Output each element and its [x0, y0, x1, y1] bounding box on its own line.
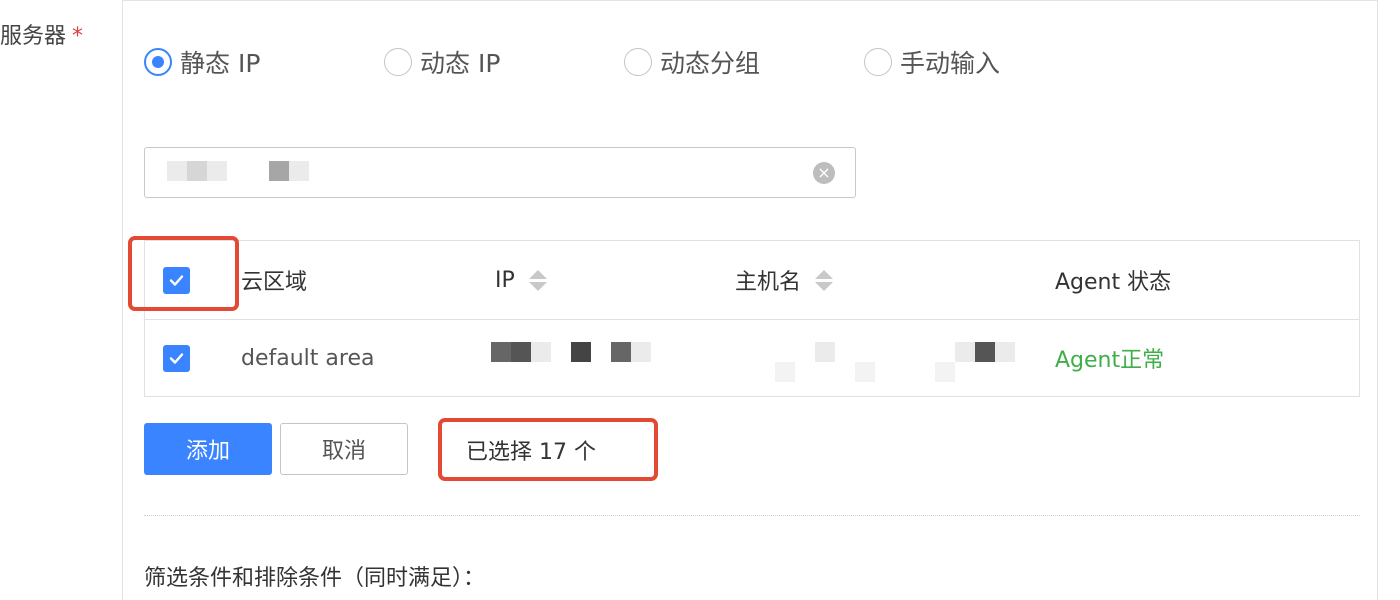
radio-dynamic-ip[interactable]: 动态 IP	[384, 44, 500, 80]
radio-checked-icon	[144, 48, 172, 76]
header-agent-status: Agent 状态	[1055, 270, 1172, 295]
add-button[interactable]: 添加	[144, 423, 272, 475]
redacted-block	[289, 161, 309, 181]
redacted-block	[269, 161, 289, 181]
cell-cloud-area: default area	[241, 345, 375, 371]
close-circle-icon[interactable]: ×	[813, 162, 835, 184]
cell-agent-status: Agent正常	[1055, 348, 1165, 373]
server-field-label: 服务器 *	[0, 18, 83, 50]
sort-icon[interactable]	[815, 269, 834, 291]
host-table: 云区域 IP 主机名 Agent 状态 default area Agent正常	[144, 240, 1360, 397]
cell-hostname-redacted	[735, 319, 1015, 397]
radio-manual-input[interactable]: 手动输入	[864, 44, 1000, 80]
radio-static-ip[interactable]: 静态 IP	[144, 44, 260, 80]
radio-manual-input-label: 手动输入	[900, 49, 1001, 78]
radio-unchecked-icon	[384, 48, 412, 76]
header-ip-label: IP	[495, 267, 515, 293]
select-all-checkbox[interactable]	[163, 266, 190, 294]
redacted-block	[167, 161, 187, 181]
header-ip[interactable]: IP	[495, 241, 547, 319]
selected-count-text: 已选择 17 个	[466, 440, 596, 465]
select-all-cell	[163, 241, 190, 319]
section-divider	[144, 515, 1360, 516]
radio-dynamic-ip-label: 动态 IP	[420, 49, 501, 78]
table-row[interactable]: default area Agent正常	[145, 319, 1359, 397]
redacted-block	[187, 161, 207, 181]
radio-unchecked-icon	[864, 48, 892, 76]
redacted-block	[207, 161, 227, 181]
ip-search-input[interactable]: ×	[144, 147, 856, 198]
radio-dynamic-group-label: 动态分组	[660, 49, 761, 78]
header-cloud-area: 云区域	[241, 270, 308, 295]
filter-conditions-label: 筛选条件和排除条件（同时满足）：	[144, 566, 486, 591]
header-hostname[interactable]: 主机名	[735, 241, 834, 319]
cancel-button[interactable]: 取消	[280, 423, 408, 475]
row-checkbox[interactable]	[163, 344, 190, 372]
header-hostname-label: 主机名	[735, 270, 802, 295]
required-mark: *	[72, 24, 84, 49]
radio-dynamic-group[interactable]: 动态分组	[624, 44, 760, 80]
sort-icon[interactable]	[528, 269, 547, 291]
server-label-text: 服务器	[0, 24, 67, 49]
table-header: 云区域 IP 主机名 Agent 状态	[145, 241, 1359, 320]
row-select-cell	[163, 319, 190, 397]
cell-ip-redacted	[491, 319, 661, 397]
checkmark-icon	[169, 352, 184, 364]
checkmark-icon	[169, 274, 184, 286]
radio-static-ip-label: 静态 IP	[180, 49, 261, 78]
radio-unchecked-icon	[624, 48, 652, 76]
